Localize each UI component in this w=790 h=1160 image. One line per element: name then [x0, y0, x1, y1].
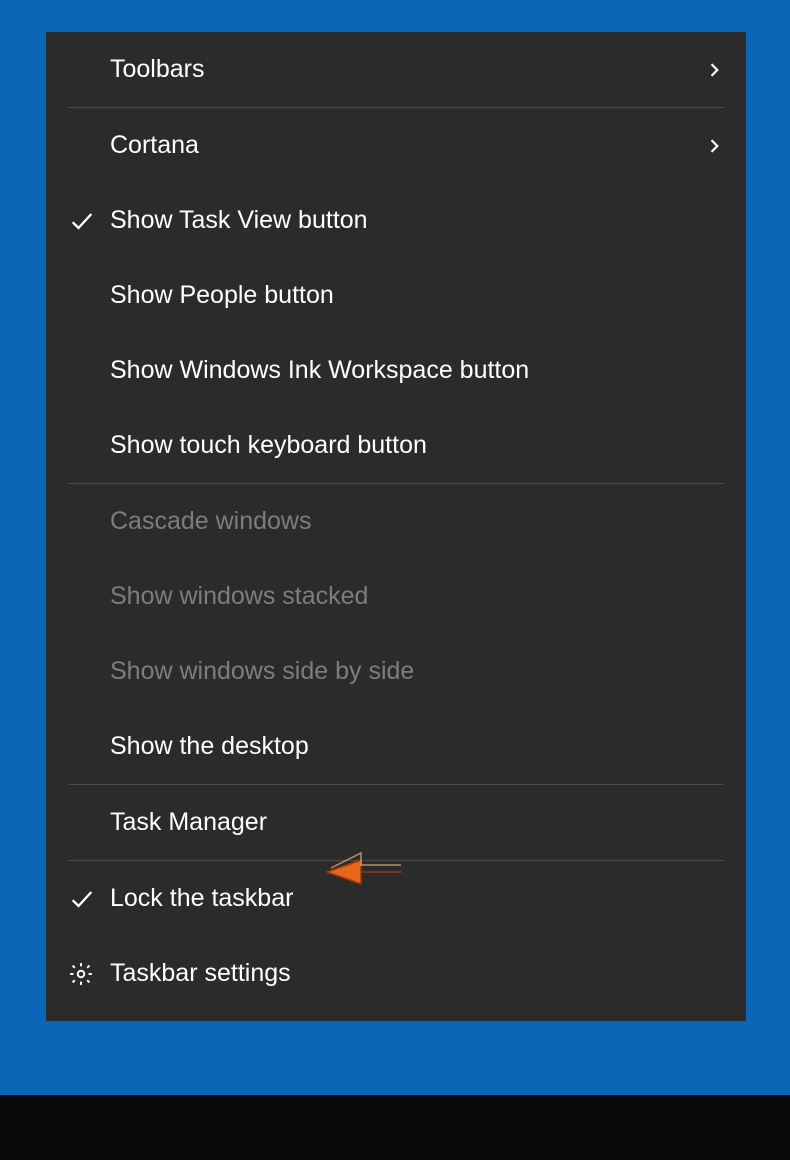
- menu-item-show-desktop[interactable]: Show the desktop: [46, 709, 746, 784]
- menu-item-show-task-view[interactable]: Show Task View button: [46, 183, 746, 258]
- menu-label: Show the desktop: [110, 732, 724, 761]
- menu-label: Show windows stacked: [110, 582, 724, 611]
- menu-item-cortana[interactable]: Cortana: [46, 108, 746, 183]
- menu-label: Cortana: [110, 131, 694, 160]
- menu-item-show-people[interactable]: Show People button: [46, 258, 746, 333]
- gear-icon: [68, 961, 110, 987]
- menu-label: Show People button: [110, 281, 724, 310]
- menu-item-show-windows-ink[interactable]: Show Windows Ink Workspace button: [46, 333, 746, 408]
- menu-item-show-windows-side-by-side: Show windows side by side: [46, 634, 746, 709]
- chevron-right-icon: [694, 136, 724, 156]
- checkmark-icon: [68, 207, 110, 235]
- menu-item-lock-taskbar[interactable]: Lock the taskbar: [46, 861, 746, 936]
- menu-label: Show Task View button: [110, 206, 724, 235]
- menu-item-show-windows-stacked: Show windows stacked: [46, 559, 746, 634]
- menu-label: Cascade windows: [110, 507, 724, 536]
- chevron-right-icon: [694, 60, 724, 80]
- menu-item-toolbars[interactable]: Toolbars: [46, 32, 746, 107]
- menu-label: Taskbar settings: [110, 959, 724, 988]
- menu-label: Show touch keyboard button: [110, 431, 724, 460]
- menu-label: Lock the taskbar: [110, 884, 724, 913]
- menu-item-task-manager[interactable]: Task Manager: [46, 785, 746, 860]
- menu-item-taskbar-settings[interactable]: Taskbar settings: [46, 936, 746, 1011]
- menu-label: Task Manager: [110, 808, 724, 837]
- taskbar-context-menu: Toolbars Cortana Show Task View button S…: [46, 32, 746, 1021]
- menu-item-show-touch-keyboard[interactable]: Show touch keyboard button: [46, 408, 746, 483]
- checkmark-icon: [68, 885, 110, 913]
- menu-label: Show Windows Ink Workspace button: [110, 356, 724, 385]
- menu-label: Show windows side by side: [110, 657, 724, 686]
- menu-item-cascade-windows: Cascade windows: [46, 484, 746, 559]
- menu-label: Toolbars: [110, 55, 694, 84]
